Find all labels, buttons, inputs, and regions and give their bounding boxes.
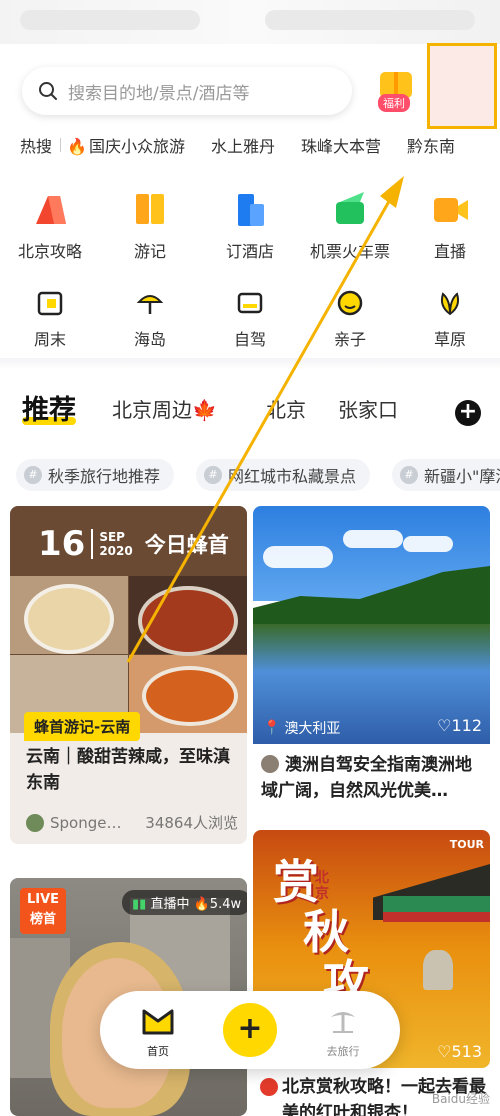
highlighted-avatar-box[interactable] bbox=[427, 43, 497, 129]
feed-card-australia[interactable]: 📍 澳大利亚 ♡112 澳洲自驾安全指南澳洲地域广阔，自然风光优美… bbox=[253, 506, 490, 806]
notebook-icon bbox=[136, 194, 164, 224]
weekend-icon bbox=[37, 291, 63, 316]
welfare-badge: 福利 bbox=[378, 94, 410, 112]
quick-entry-hotel[interactable]: 订酒店 bbox=[200, 190, 300, 262]
topic-chips: #秋季旅行地推荐 #网红城市私藏景点 #新疆小"摩洛哥 bbox=[16, 459, 500, 491]
card-title: 云南｜酸甜苦辣咸，至味滇东南 bbox=[26, 747, 230, 793]
quick-entry-weekend[interactable]: 周末 bbox=[0, 288, 100, 350]
card-meta: Sponge… 34864人浏览 bbox=[26, 812, 238, 833]
tab-beijing[interactable]: 北京 bbox=[266, 394, 306, 423]
live-bars-icon: ▮▮ bbox=[132, 897, 151, 912]
view-count: 34864人浏览 bbox=[145, 814, 238, 832]
search-icon bbox=[39, 82, 57, 100]
nav-home-label: 首页 bbox=[147, 1045, 169, 1058]
daily-pick-header: 16 SEP 2020 今日蜂首 bbox=[38, 524, 229, 564]
author-name: Sponge… bbox=[50, 813, 122, 832]
hashtag-icon: # bbox=[24, 466, 42, 484]
family-icon bbox=[337, 290, 363, 316]
section-divider bbox=[0, 358, 500, 370]
plane-train-icon bbox=[336, 192, 364, 224]
hot-search-item[interactable]: 水上雅丹 bbox=[211, 133, 275, 157]
quick-entry-row-1: 北京攻略 游记 订酒店 机票火车票 直播 bbox=[0, 190, 500, 262]
quick-entry-beijing-guide[interactable]: 北京攻略 bbox=[0, 190, 100, 262]
daily-pick-title: 今日蜂首 bbox=[144, 533, 229, 557]
nav-home[interactable]: 首页 bbox=[138, 1007, 178, 1059]
divider bbox=[91, 529, 94, 559]
like-count[interactable]: ♡513 bbox=[437, 1042, 482, 1061]
topic-chip[interactable]: #新疆小"摩洛哥 bbox=[392, 459, 500, 491]
card-tag: 蜂首游记-云南 bbox=[24, 712, 141, 741]
hashtag-icon: # bbox=[400, 466, 419, 484]
quick-entry-live[interactable]: 直播 bbox=[400, 190, 500, 262]
maple-leaf-icon: 🍁 bbox=[192, 398, 217, 422]
quick-entry-tickets[interactable]: 机票火车票 bbox=[300, 190, 400, 262]
city-stamp: 北京 bbox=[315, 870, 329, 902]
date-month: SEP bbox=[99, 530, 125, 544]
hot-search-item[interactable]: 珠峰大本营 bbox=[301, 133, 381, 157]
hashtag-icon: # bbox=[204, 466, 223, 484]
location-label: 📍 澳大利亚 bbox=[263, 720, 341, 737]
date-day: 16 bbox=[38, 524, 86, 564]
quick-entry-family[interactable]: 亲子 bbox=[300, 288, 400, 350]
quick-entry-island[interactable]: 海岛 bbox=[100, 288, 200, 350]
brand-logo: TOUR bbox=[449, 838, 484, 851]
hot-search-item[interactable]: 🔥 国庆小众旅游 bbox=[67, 133, 185, 157]
quick-entry-row-2: 周末 海岛 自驾 亲子 草原 bbox=[0, 288, 500, 350]
flame-icon: 🔥 bbox=[67, 137, 87, 156]
tab-zhangjiakou[interactable]: 张家口 bbox=[338, 394, 398, 423]
flame-icon: 🔥 bbox=[193, 897, 210, 912]
like-count[interactable]: ♡112 bbox=[437, 716, 482, 735]
search-placeholder: 搜索目的地/景点/酒店等 bbox=[68, 83, 250, 104]
gift-welfare-button[interactable]: 福利 bbox=[376, 70, 418, 112]
avatar bbox=[260, 1078, 278, 1096]
add-tab-icon[interactable]: + bbox=[455, 400, 481, 426]
car-icon bbox=[237, 292, 263, 314]
heart-icon: ♡ bbox=[437, 716, 452, 735]
hot-search-row: 热搜 🔥 国庆小众旅游 水上雅丹 珠峰大本营 黔东南 bbox=[20, 134, 500, 156]
hot-search-item[interactable]: 黔东南 bbox=[407, 133, 455, 157]
home-icon bbox=[142, 1009, 174, 1035]
topic-chip[interactable]: # 秋季旅行地推荐 bbox=[16, 459, 175, 491]
date-year: 2020 bbox=[99, 544, 133, 558]
live-rank-badge: LIVE 榜首 bbox=[20, 888, 66, 934]
lake-forest-image bbox=[253, 506, 490, 744]
publish-button[interactable]: + bbox=[223, 1003, 277, 1057]
island-icon bbox=[136, 295, 164, 314]
quick-entry-self-drive[interactable]: 自驾 bbox=[200, 288, 300, 350]
nav-travel-label: 去旅行 bbox=[326, 1045, 360, 1058]
divider bbox=[60, 138, 62, 152]
blurred-status-bar bbox=[0, 0, 500, 44]
live-camera-icon bbox=[434, 198, 468, 222]
tab-beijing-surroundings[interactable]: 北京周边🍁 bbox=[112, 394, 217, 423]
quick-entry-grassland[interactable]: 草原 bbox=[400, 288, 500, 350]
hot-search-label: 热搜 bbox=[20, 137, 53, 156]
avatar bbox=[26, 813, 44, 832]
watermark: Baidu经验 bbox=[431, 1092, 490, 1106]
live-status: ▮▮ 直播中 🔥5.4w bbox=[122, 890, 247, 915]
heart-icon: ♡ bbox=[437, 1042, 452, 1061]
topic-chip[interactable]: # 网红城市私藏景点 bbox=[196, 459, 371, 491]
feed-tabs: 推荐 北京周边🍁 北京 张家口 + bbox=[0, 388, 500, 432]
palm-tree-icon bbox=[331, 1012, 355, 1033]
grassland-icon bbox=[440, 292, 460, 316]
tab-recommend[interactable]: 推荐 bbox=[22, 388, 76, 427]
card-title: 澳洲自驾安全指南澳洲地域广阔，自然风光优美… bbox=[261, 755, 472, 801]
avatar bbox=[261, 755, 279, 773]
location-pin-icon: 📍 bbox=[263, 720, 281, 736]
bottom-nav: 首页 + 去旅行 bbox=[100, 991, 400, 1069]
feed-card-travel-note[interactable]: 16 SEP 2020 今日蜂首 蜂首游记-云南 云南｜酸甜苦辣咸，至味滇东南 S… bbox=[10, 506, 247, 844]
hotel-icon bbox=[238, 194, 264, 226]
guide-icon bbox=[36, 196, 66, 224]
nav-travel[interactable]: 去旅行 bbox=[318, 1007, 368, 1059]
quick-entry-travel-notes[interactable]: 游记 bbox=[100, 190, 200, 262]
search-bar[interactable]: 搜索目的地/景点/酒店等 bbox=[22, 67, 352, 115]
